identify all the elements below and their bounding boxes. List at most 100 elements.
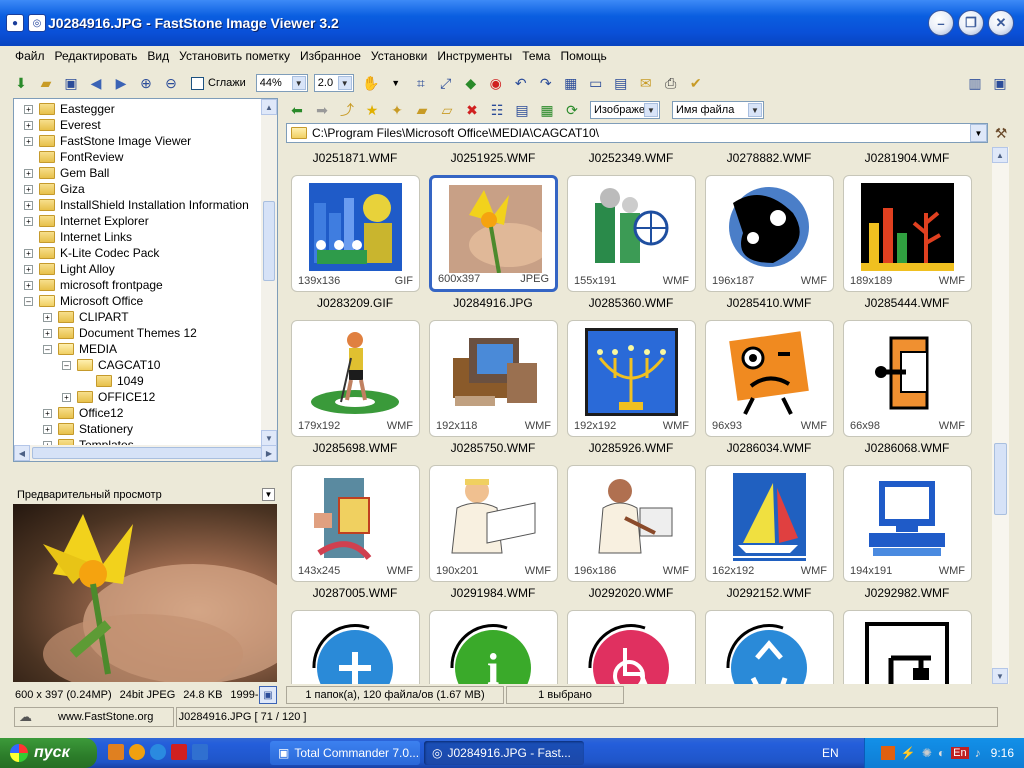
grid-vertical-scrollbar[interactable]: ▲ ▼ — [992, 147, 1009, 684]
thumbnail-frame[interactable]: 196x186 WMF — [567, 465, 696, 582]
chevron-down-icon[interactable]: ▼ — [644, 103, 658, 117]
resize-icon[interactable]: ⤢ — [435, 72, 457, 94]
close-button[interactable]: ✕ — [988, 10, 1014, 36]
thumbnails-icon[interactable]: ▦ — [560, 72, 582, 94]
scroll-left-icon[interactable]: ◀ — [14, 445, 30, 461]
quicklaunch-app-icon[interactable] — [192, 744, 208, 760]
expand-icon[interactable]: + — [24, 104, 33, 114]
thumbnail-frame[interactable] — [291, 610, 420, 684]
filter-combo[interactable]: Изображе ▼ — [590, 101, 660, 119]
expand-icon[interactable]: + — [43, 312, 52, 322]
favorite-icon[interactable]: ★ — [361, 99, 383, 121]
collapse-icon[interactable]: – — [62, 360, 71, 370]
zoom-out-icon[interactable]: ⊖ — [160, 72, 182, 94]
tree-item[interactable]: – MEDIA — [43, 341, 117, 357]
scroll-up-icon[interactable]: ▲ — [992, 147, 1008, 163]
expand-icon[interactable]: + — [43, 424, 52, 434]
path-field[interactable]: C:\Program Files\Microsoft Office\MEDIA\… — [286, 123, 988, 143]
move-to-icon[interactable]: ▱ — [436, 99, 458, 121]
browser-icon[interactable] — [150, 744, 166, 760]
thumbnail-frame[interactable]: i — [429, 610, 558, 684]
expand-icon[interactable]: + — [62, 392, 71, 402]
tree-item[interactable]: Internet Links — [24, 229, 132, 245]
tree-item[interactable]: + InstallShield Installation Information — [24, 197, 249, 213]
sort-combo[interactable]: Имя файла ▼ — [672, 101, 764, 119]
maximize-button[interactable]: ❐ — [958, 10, 984, 36]
collapse-icon[interactable]: – — [43, 344, 52, 354]
zoom-combo[interactable]: 44% ▼ — [255, 74, 308, 92]
language-indicator[interactable]: EN — [822, 746, 839, 760]
collapse-icon[interactable]: – — [24, 296, 33, 306]
thumbnail-frame[interactable] — [843, 610, 972, 684]
task-total-commander[interactable]: ▣ Total Commander 7.0... — [270, 741, 420, 765]
chevron-down-icon[interactable]: ▼ — [291, 76, 306, 90]
tree-item[interactable]: + OFFICE12 — [62, 389, 155, 405]
quicklaunch-app-icon[interactable] — [129, 744, 145, 760]
crop-icon[interactable]: ⌗ — [410, 72, 432, 94]
thumbnail-frame[interactable]: 162x192 WMF — [705, 465, 834, 582]
tray-language-icon[interactable]: En — [951, 747, 969, 759]
thumbnail-frame[interactable]: 96x93 WMF — [705, 320, 834, 437]
thumb-view-icon[interactable]: ▦ — [536, 99, 558, 121]
chevron-down-icon[interactable]: ▼ — [748, 103, 762, 117]
tree-item[interactable]: + Gem Ball — [24, 165, 109, 181]
tree-item[interactable]: + Office12 — [43, 405, 123, 421]
thumbnail-frame[interactable] — [567, 610, 696, 684]
red-eye-icon[interactable]: ◉ — [485, 72, 507, 94]
menu-item[interactable]: Установки — [366, 48, 432, 66]
collapse-icon[interactable]: ▼ — [262, 488, 275, 501]
thumbnail-frame[interactable]: 66x98 WMF — [843, 320, 972, 437]
thumbnail-frame[interactable]: 155x191 WMF — [567, 175, 696, 292]
thumbnail-frame[interactable]: 139x136 GIF — [291, 175, 420, 292]
next-icon[interactable]: ▶ — [110, 72, 132, 94]
expand-icon[interactable]: + — [24, 136, 33, 146]
settings-icon[interactable]: ✔ — [685, 72, 707, 94]
tree-item[interactable]: + K-Lite Codec Pack — [24, 245, 159, 261]
tree-item[interactable]: + Giza — [24, 181, 85, 197]
thumbnail-frame[interactable]: 196x187 WMF — [705, 175, 834, 292]
delete-icon[interactable]: ✖ — [461, 99, 483, 121]
forward-icon[interactable]: ➡ — [311, 99, 333, 121]
expand-icon[interactable]: + — [24, 168, 33, 178]
folder-tree[interactable]: + Eastegger + Everest + FastStone Image Viewe… — [13, 98, 278, 462]
expand-icon[interactable]: + — [24, 280, 33, 290]
menu-item[interactable]: Помощь — [555, 48, 611, 66]
fit-preview-icon[interactable]: ▣ — [259, 686, 277, 704]
menu-item[interactable]: Избранное — [295, 48, 366, 66]
tree-item[interactable]: – CAGCAT10 — [62, 357, 160, 373]
thumbnail-grid[interactable]: J0251871.WMF J0251925.WMF J0252349.WMF J027… — [286, 147, 992, 684]
tree-item[interactable]: + Stationery — [43, 421, 133, 437]
tray-speaker-icon[interactable]: ♪ — [975, 746, 981, 760]
website-box[interactable]: ☁ www.FastStone.org — [14, 707, 174, 727]
rotate-right-icon[interactable]: ↷ — [535, 72, 557, 94]
menu-item[interactable]: Установить пометку — [174, 48, 295, 66]
tree-item[interactable]: + CLIPART — [43, 309, 129, 325]
expand-icon[interactable]: + — [24, 248, 33, 258]
tree-horizontal-scrollbar[interactable]: ◀ ▶ — [14, 445, 277, 461]
minimize-button[interactable]: – — [928, 10, 954, 36]
expand-icon[interactable]: + — [24, 120, 33, 130]
title-bar[interactable]: ● ◎ J0284916.JPG - FastStone Image Viewe… — [0, 0, 1024, 46]
thumbnail-frame[interactable]: 192x118 WMF — [429, 320, 558, 437]
scroll-down-icon[interactable]: ▼ — [992, 668, 1008, 684]
save-icon[interactable]: ▣ — [60, 72, 82, 94]
tree-item[interactable]: – Microsoft Office — [24, 293, 143, 309]
ratio-combo[interactable]: 2.0 ▼ — [313, 74, 354, 92]
scroll-up-icon[interactable]: ▲ — [261, 99, 277, 115]
back-icon[interactable]: ⬅ — [286, 99, 308, 121]
dropdown-icon[interactable]: ▼ — [385, 72, 407, 94]
system-menu-icon[interactable]: ● — [6, 14, 24, 32]
zoom-in-icon[interactable]: ⊕ — [135, 72, 157, 94]
menu-item[interactable]: Редактировать — [50, 48, 143, 66]
tree-item[interactable]: + FastStone Image Viewer — [24, 133, 191, 149]
fullscreen-icon[interactable]: ▭ — [585, 72, 607, 94]
smooth-checkbox[interactable] — [191, 76, 204, 90]
thumbnail-frame[interactable]: 190x201 WMF — [429, 465, 558, 582]
thumbnail-frame-selected[interactable]: 600x397 JPEG — [429, 175, 558, 292]
start-button[interactable]: пуск — [0, 738, 97, 768]
thumbnail-frame[interactable]: 143x245 WMF — [291, 465, 420, 582]
task-faststone[interactable]: ◎ J0284916.JPG - Fast... — [424, 741, 584, 765]
open-icon[interactable]: ⬇ — [10, 72, 32, 94]
app-icon[interactable]: ◎ — [28, 14, 46, 32]
color-icon[interactable]: ◆ — [460, 72, 482, 94]
